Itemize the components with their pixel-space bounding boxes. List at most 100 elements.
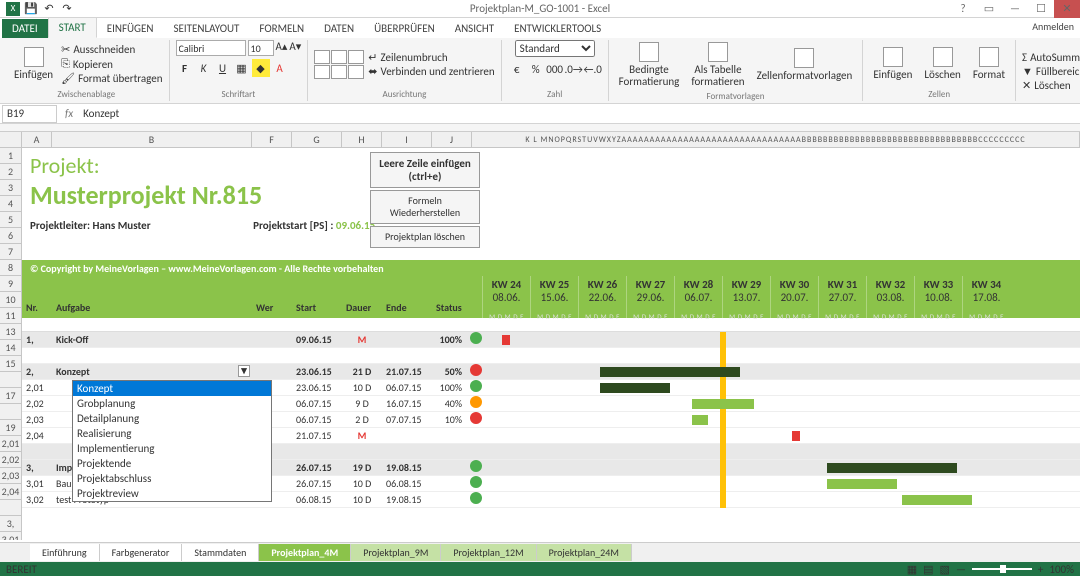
autosum-button[interactable]: Σ AutoSumme bbox=[1022, 51, 1080, 64]
number-format-select[interactable]: Standard bbox=[515, 40, 595, 57]
dropdown-arrow-icon[interactable]: ▾ bbox=[238, 365, 250, 377]
row-header[interactable]: 11 bbox=[0, 308, 21, 324]
tab-data[interactable]: DATEN bbox=[314, 19, 364, 38]
ribbon-toggle-icon[interactable]: ▭ bbox=[976, 0, 1002, 18]
insert-row-button[interactable]: Leere Zeile einfügen (ctrl+e) bbox=[370, 152, 480, 188]
select-all-corner[interactable] bbox=[0, 132, 22, 147]
insert-cells-button[interactable]: Einfügen bbox=[869, 45, 916, 83]
decrease-decimal-icon[interactable]: ←.0 bbox=[584, 60, 602, 78]
row-header[interactable]: 10 bbox=[0, 292, 21, 308]
copy-button[interactable]: ⎘ Kopieren bbox=[61, 57, 162, 71]
dropdown-item[interactable]: Implementierung bbox=[73, 441, 271, 456]
fx-icon[interactable]: fx bbox=[59, 107, 79, 120]
fill-color-button[interactable]: ◆ bbox=[252, 59, 270, 77]
col-ende[interactable]: Ende bbox=[382, 301, 432, 314]
row-header[interactable]: 9 bbox=[0, 276, 21, 292]
redo-icon[interactable]: ↷ bbox=[60, 2, 74, 16]
view-normal-icon[interactable]: ▦ bbox=[907, 563, 917, 576]
currency-icon[interactable]: € bbox=[508, 60, 526, 78]
conditional-format-button[interactable]: Bedingte Formatierung bbox=[615, 40, 684, 90]
font-name-input[interactable] bbox=[176, 40, 246, 56]
row-header[interactable]: 3,01 bbox=[0, 532, 21, 540]
tab-insert[interactable]: EINFÜGEN bbox=[97, 19, 164, 38]
bold-button[interactable]: F bbox=[176, 59, 194, 77]
tab-file[interactable]: DATEI bbox=[2, 19, 48, 38]
delete-plan-button[interactable]: Projektplan löschen bbox=[370, 226, 480, 248]
maximize-icon[interactable]: ☐ bbox=[1028, 0, 1054, 18]
view-layout-icon[interactable]: ▤ bbox=[923, 563, 933, 576]
delete-cells-button[interactable]: Löschen bbox=[920, 45, 964, 83]
dropdown-item[interactable]: Projektabschluss bbox=[73, 471, 271, 486]
row-header[interactable]: 2,04 bbox=[0, 484, 21, 500]
view-break-icon[interactable]: ▧ bbox=[940, 563, 950, 576]
comma-icon[interactable]: 000 bbox=[546, 60, 564, 78]
row-header[interactable] bbox=[0, 404, 21, 420]
tab-start[interactable]: START bbox=[48, 17, 97, 38]
tab-einfuehrung[interactable]: Einführung bbox=[30, 544, 100, 561]
paste-button[interactable]: Einfügen bbox=[10, 45, 57, 83]
tab-stammdaten[interactable]: Stammdaten bbox=[182, 544, 259, 561]
row-header[interactable]: 3, bbox=[0, 516, 21, 532]
row-header[interactable]: 17 bbox=[0, 388, 21, 404]
italic-button[interactable]: K bbox=[195, 59, 213, 77]
col-status[interactable]: Status bbox=[432, 301, 482, 314]
col-nr[interactable]: Nr. bbox=[22, 301, 52, 314]
col-wer[interactable]: Wer bbox=[252, 301, 292, 314]
row-header[interactable]: 2,02 bbox=[0, 452, 21, 468]
format-painter-button[interactable]: 🖌 Format übertragen bbox=[61, 72, 162, 85]
restore-formulas-button[interactable]: Formeln Wiederherstellen bbox=[370, 190, 480, 224]
row-header[interactable]: 6 bbox=[0, 228, 21, 244]
percent-icon[interactable]: % bbox=[527, 60, 545, 78]
col-b[interactable]: B bbox=[52, 132, 252, 147]
col-g[interactable]: G bbox=[292, 132, 342, 147]
name-box[interactable]: B19 bbox=[2, 105, 57, 123]
row-header[interactable]: 2 bbox=[0, 164, 21, 180]
sheet-content[interactable]: Projekt: Musterprojekt Nr.815 Projektlei… bbox=[22, 148, 1080, 540]
col-aufgabe[interactable]: Aufgabe bbox=[52, 301, 252, 314]
row-header[interactable] bbox=[0, 500, 21, 516]
row-header[interactable]: 4 bbox=[0, 196, 21, 212]
save-icon[interactable]: 💾 bbox=[24, 2, 38, 16]
dropdown-item[interactable]: Konzept bbox=[73, 381, 271, 396]
alignment-buttons[interactable] bbox=[314, 50, 364, 79]
row-header[interactable]: 1 bbox=[0, 148, 21, 164]
zoom-slider[interactable] bbox=[972, 568, 1032, 570]
clear-button[interactable]: ✕ Löschen bbox=[1022, 79, 1080, 92]
underline-button[interactable]: U bbox=[214, 59, 232, 77]
dropdown-item[interactable]: Projektende bbox=[73, 456, 271, 471]
task-row[interactable] bbox=[22, 348, 1080, 364]
task-dropdown[interactable]: KonzeptGrobplanungDetailplanungRealisier… bbox=[72, 380, 272, 502]
row-header[interactable]: 14 bbox=[0, 340, 21, 356]
help-icon[interactable]: ? bbox=[950, 0, 976, 18]
increase-font-icon[interactable]: A▴ bbox=[276, 40, 288, 56]
cut-button[interactable]: ✂ Ausschneiden bbox=[61, 43, 162, 56]
row-header[interactable]: 8 bbox=[0, 260, 21, 276]
row-header[interactable]: 2,03 bbox=[0, 468, 21, 484]
tab-pagelayout[interactable]: SEITENLAYOUT bbox=[163, 19, 249, 38]
tab-projektplan-9m[interactable]: Projektplan_9M bbox=[351, 544, 441, 561]
tab-review[interactable]: ÜBERPRÜFEN bbox=[364, 19, 445, 38]
minimize-icon[interactable]: — bbox=[1002, 0, 1028, 18]
tab-developer[interactable]: ENTWICKLERTOOLS bbox=[504, 19, 611, 38]
increase-decimal-icon[interactable]: .0→ bbox=[565, 60, 583, 78]
signin-link[interactable]: Anmelden bbox=[1032, 20, 1074, 33]
tab-formulas[interactable]: FORMELN bbox=[249, 19, 314, 38]
dropdown-item[interactable]: Projektreview bbox=[73, 486, 271, 501]
zoom-controls[interactable]: ▦ ▤ ▧ —+ 100% bbox=[907, 563, 1074, 576]
undo-icon[interactable]: ↶ bbox=[42, 2, 56, 16]
row-header[interactable]: 2,01 bbox=[0, 436, 21, 452]
col-f[interactable]: F bbox=[252, 132, 292, 147]
tab-projektplan-12m[interactable]: Projektplan_12M bbox=[441, 544, 536, 561]
row-header[interactable]: 7 bbox=[0, 244, 21, 260]
col-dauer[interactable]: Dauer bbox=[342, 301, 382, 314]
row-header[interactable] bbox=[0, 372, 21, 388]
wrap-text-button[interactable]: ↵ Zeilenumbruch bbox=[368, 51, 494, 64]
tab-farbgenerator[interactable]: Farbgenerator bbox=[100, 544, 183, 561]
row-header[interactable]: 5 bbox=[0, 212, 21, 228]
tab-projektplan-24m[interactable]: Projektplan_24M bbox=[537, 544, 632, 561]
col-i[interactable]: I bbox=[382, 132, 432, 147]
tab-view[interactable]: ANSICHT bbox=[445, 19, 504, 38]
formula-bar[interactable]: Konzept bbox=[79, 107, 1080, 120]
col-j[interactable]: J bbox=[432, 132, 472, 147]
zoom-level[interactable]: 100% bbox=[1049, 563, 1074, 576]
